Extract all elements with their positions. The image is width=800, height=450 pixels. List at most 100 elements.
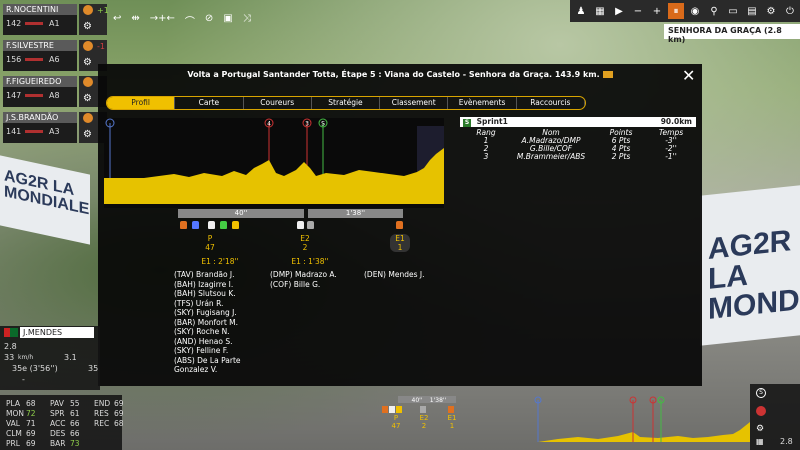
play-icon[interactable]: ▶ <box>611 3 627 19</box>
shuffle-icon[interactable]: ⤨ <box>243 13 251 29</box>
jersey-icon <box>232 221 239 229</box>
sprint-distance: 90.0km <box>660 117 692 126</box>
tactic-toolbar: ↩ ⇹ →+← ⌒ ⊘ ▣ ⤨ <box>113 13 353 29</box>
plus-icon[interactable]: + <box>649 3 665 19</box>
tab-profil[interactable]: Profil <box>107 97 176 109</box>
stat-value: 71 <box>26 419 36 428</box>
jersey-icon <box>297 221 304 229</box>
rider-card[interactable]: R.NOCENTINI 142 A1 ⚙ +1 <box>3 4 109 35</box>
jersey-icon <box>420 406 426 413</box>
selected-rider-name[interactable]: J.MENDES <box>20 327 94 338</box>
back-icon[interactable]: ↩ <box>113 13 121 29</box>
tab-strat-gie[interactable]: Stratégie <box>312 97 381 109</box>
image-icon[interactable]: ▤ <box>744 3 760 19</box>
stat-label: PRL <box>6 439 20 448</box>
gear-icon[interactable]: ⚙ <box>83 57 92 68</box>
rider-entry[interactable]: (DMP) Madrazo A. <box>270 270 360 280</box>
climb-icon[interactable] <box>756 406 766 416</box>
mini-group-count: 2 <box>422 422 426 430</box>
stat-value: 69 <box>26 429 36 438</box>
tv-icon[interactable] <box>602 71 613 78</box>
grid-icon[interactable]: ▦ <box>592 3 608 19</box>
rider-entry[interactable]: (BAH) Izagirre I. <box>174 280 274 290</box>
group-time: E1 : 2'18'' <box>201 257 239 266</box>
rider-stats-row: 156 A6 <box>3 51 77 71</box>
position-change: +1 <box>97 6 109 15</box>
tab-carte[interactable]: Carte <box>175 97 244 109</box>
exit-icon[interactable]: ⏻ <box>782 3 798 19</box>
rider-entry[interactable]: (BAH) Slutsou K. <box>174 289 274 299</box>
jersey-icon <box>396 221 403 229</box>
rider-stats: PLA 68 MON 72 VAL 71 CLM 69 PRL 69 PAV 55 SPR 61 ACC 66… <box>0 395 124 450</box>
rider-entry[interactable]: (TFS) Urán R. <box>174 299 274 309</box>
bike-icon[interactable]: ⚲ <box>706 3 722 19</box>
group-riders-list: (DEN) Mendes J. <box>364 270 434 280</box>
draft-icon[interactable]: ⊘ <box>205 13 213 29</box>
chat-icon[interactable]: ▭ <box>725 3 741 19</box>
rider-entry[interactable]: (COF) Bille G. <box>270 280 360 290</box>
position-value: 35e (3'56'') <box>12 364 58 373</box>
pause-button[interactable]: ⏸ <box>668 3 684 19</box>
group-label: E1 1 <box>390 234 410 252</box>
rider-entry[interactable]: (TAV) Brandão J. <box>174 270 274 280</box>
stat-label: SPR <box>50 409 65 418</box>
remaining-km: 2.8 <box>780 437 793 446</box>
eye-icon[interactable]: ◉ <box>687 3 703 19</box>
sprint-marker-label: S <box>321 121 325 128</box>
mini-stage-profile: 40'' 1'38'' P 47 E2 2 E1 1 <box>382 396 750 442</box>
sun-icon[interactable] <box>83 5 93 15</box>
rider-entry[interactable]: (SKY) Felline F. <box>174 346 274 356</box>
feed-icon[interactable]: ▣ <box>223 13 232 29</box>
close-icon[interactable]: ✕ <box>682 66 695 85</box>
rider-entry[interactable]: (AND) Henao S. <box>174 337 274 347</box>
sprint-icon: S <box>463 119 471 127</box>
join-icon[interactable]: →+← <box>150 13 175 29</box>
climb-icon[interactable]: ⌒ <box>185 13 195 29</box>
game-toolbar: ♟ ▦ ▶ − + ⏸ ◉ ⚲ ▭ ▤ ⚙ ⏻ <box>570 0 800 22</box>
rider-entry[interactable]: (DEN) Mendes J. <box>364 270 434 280</box>
director-icon[interactable]: ♟ <box>573 3 589 19</box>
stat-clm: CLM 69 <box>6 429 36 438</box>
rider-entry[interactable]: (BAR) Monfort M. <box>174 318 274 328</box>
rider-entry[interactable]: (SKY) Roche N. <box>174 327 274 337</box>
spread-icon[interactable]: ⇹ <box>131 13 139 29</box>
rider-name: R.NOCENTINI <box>3 4 77 15</box>
sprint-icon[interactable]: S <box>756 388 766 398</box>
stat-label: VAL <box>6 419 20 428</box>
stat-end: END 69 <box>94 399 124 408</box>
gear-icon[interactable]: ⚙ <box>83 93 92 104</box>
rider-entry[interactable]: (ABS) De La Parte Gonzalez V. <box>174 356 274 375</box>
minus-icon[interactable]: − <box>630 3 646 19</box>
gear-icon[interactable]: ⚙ <box>83 129 92 140</box>
selected-rider-panel: J.MENDES 2.8 33 km/h 3.1 35e (3'56'') - … <box>0 326 100 390</box>
sprint-name: Sprint1 <box>476 117 508 126</box>
tab-classement[interactable]: Classement <box>380 97 449 109</box>
table-cell: 3 <box>483 152 489 161</box>
stat-label: BAR <box>50 439 66 448</box>
rider-name: J.S.BRANDÃO <box>3 112 77 123</box>
sponsor-banner-right: AG2R LA MONDIALE <box>700 184 800 346</box>
stat-value: 61 <box>70 409 80 418</box>
climb3-marker-label: 3 <box>305 121 309 128</box>
rider-card[interactable]: J.S.BRANDÃO 141 A3 ⚙ <box>3 112 107 143</box>
rider-entry[interactable]: (SKY) Fugisang J. <box>174 308 274 318</box>
gear-icon[interactable]: ⚙ <box>756 424 764 434</box>
stat-label: PAV <box>50 399 64 408</box>
mini-group-count: 1 <box>450 422 454 430</box>
rider-card[interactable]: F.FIGUEIREDO 147 A8 ⚙ <box>3 76 107 107</box>
tab-raccourcis-clavier[interactable]: Raccourcis clavier <box>517 97 585 109</box>
gear-icon[interactable]: ⚙ <box>83 21 92 32</box>
sun-icon[interactable] <box>83 113 93 123</box>
sun-icon[interactable] <box>83 41 93 51</box>
tab-ev-nements[interactable]: Evènements <box>448 97 517 109</box>
settings-icon[interactable]: ⚙ <box>763 3 779 19</box>
speed-unit: km/h <box>18 354 34 361</box>
group-riders-list: (DMP) Madrazo A. (COF) Bille G. <box>270 270 360 289</box>
stat-mon: MON 72 <box>6 409 36 418</box>
rider-card[interactable]: F.SILVESTRE 156 A6 ⚙ -1 <box>3 40 107 71</box>
tab-coureurs[interactable]: Coureurs <box>244 97 312 109</box>
sprint-results: Rang Nom Points Temps 1 A.Madrazo/DMP 6 Pts -3'… <box>466 129 696 161</box>
sun-icon[interactable] <box>83 77 93 87</box>
jersey-icon <box>382 406 388 413</box>
rider-category: A3 <box>49 127 60 136</box>
